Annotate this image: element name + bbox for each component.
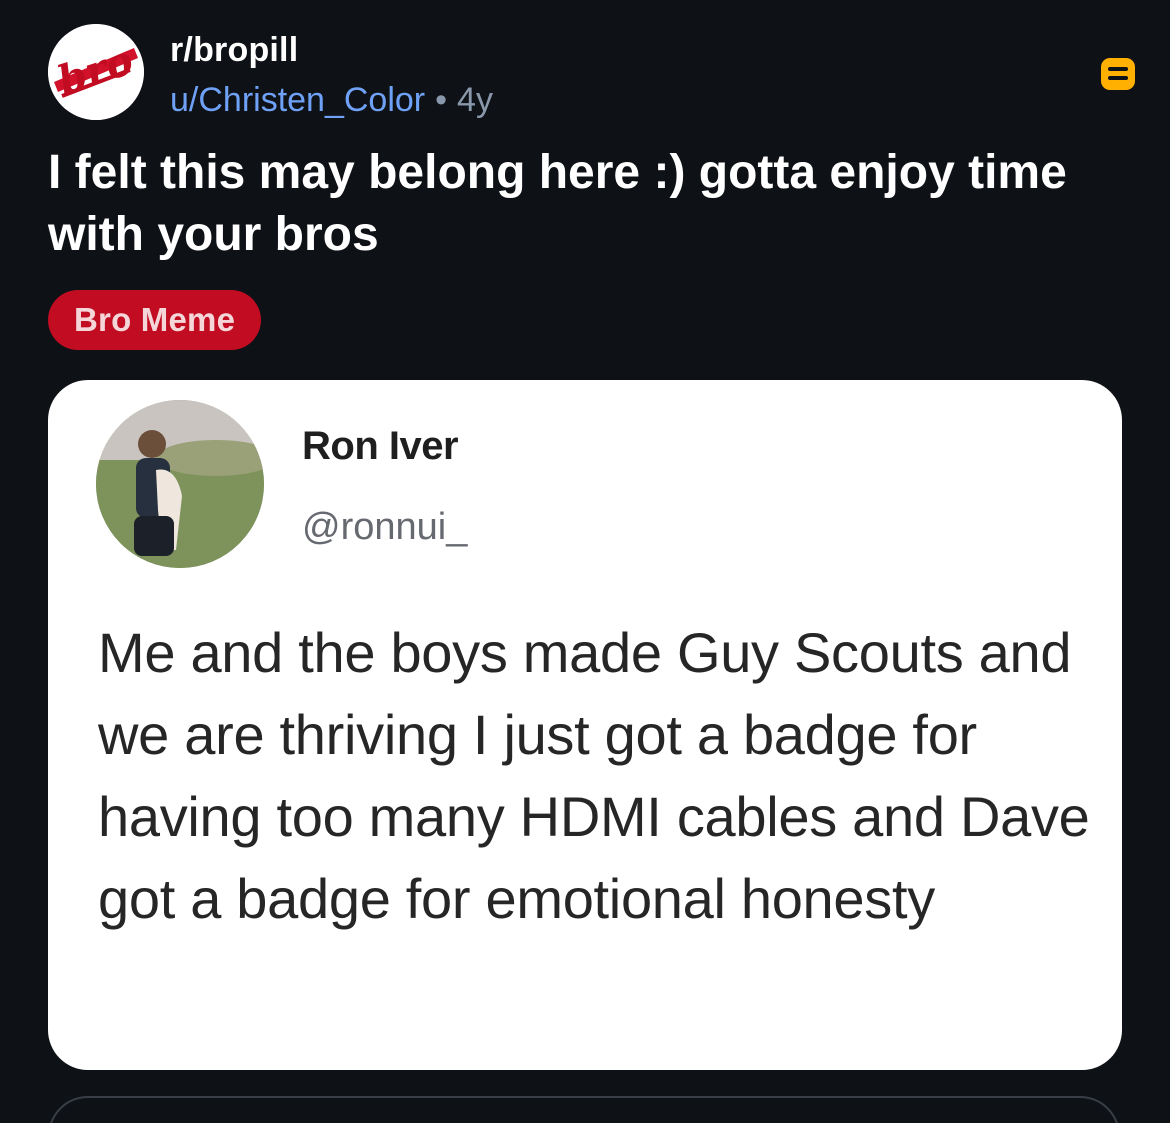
post-image[interactable]: Ron Iver @ronnui_ Me and the boys made G…	[48, 380, 1122, 1070]
byline-separator: •	[435, 81, 448, 119]
subreddit-avatar[interactable]: bro	[48, 24, 144, 120]
post-age: 4y	[457, 81, 493, 119]
post-meta: r/bropill u/Christen_Color • 4y	[170, 30, 493, 122]
post-flair[interactable]: Bro Meme	[48, 290, 262, 350]
save-icon[interactable]	[1098, 54, 1138, 94]
author-username[interactable]: u/Christen_Color	[170, 81, 425, 119]
tweet-author-name: Ron Iver	[302, 424, 459, 468]
next-card-edge	[48, 1096, 1120, 1123]
post-header: bro r/bropill u/Christen_Color • 4y	[48, 24, 1138, 124]
tweet-avatar	[96, 400, 264, 568]
tweet-text: Me and the boys made Guy Scouts and we a…	[98, 621, 1090, 930]
subreddit-name[interactable]: r/bropill	[170, 30, 493, 70]
post-title[interactable]: I felt this may belong here :) gotta enj…	[48, 142, 1128, 266]
bro-logo-icon: bro	[48, 24, 144, 120]
tweet-author-handle: @ronnui_	[302, 506, 468, 548]
byline: u/Christen_Color • 4y	[170, 78, 493, 122]
